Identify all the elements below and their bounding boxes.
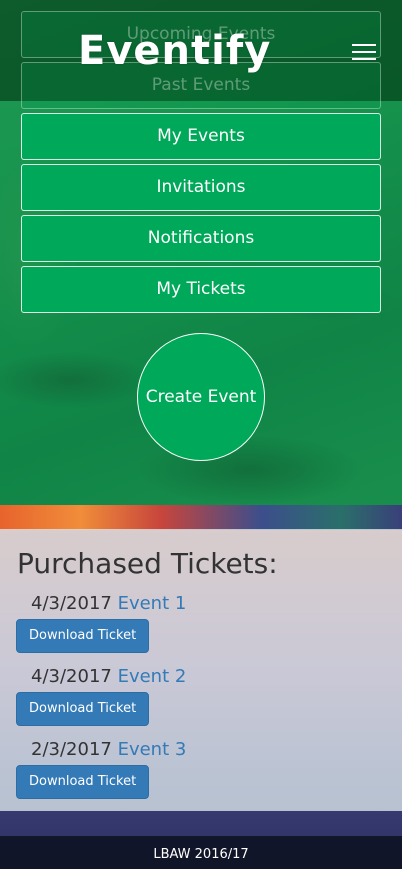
menu-item-notifications[interactable]: Notifications xyxy=(21,215,381,262)
ticket-date: 4/3/2017 xyxy=(31,593,112,614)
tickets-heading: Purchased Tickets: xyxy=(17,547,278,580)
ticket-item: 2/3/2017 Event 3 Download Ticket xyxy=(16,738,186,799)
download-ticket-button[interactable]: Download Ticket xyxy=(16,765,150,799)
menu-item-my-tickets[interactable]: My Tickets xyxy=(21,266,381,313)
download-ticket-button[interactable]: Download Ticket xyxy=(16,692,150,726)
purchased-tickets-panel: Purchased Tickets: 4/3/2017 Event 1 Down… xyxy=(0,529,402,811)
download-ticket-button[interactable]: Download Ticket xyxy=(16,619,150,653)
ticket-line: 4/3/2017 Event 1 xyxy=(31,592,186,616)
footer: LBAW 2016/17 xyxy=(0,836,402,869)
footer-text: LBAW 2016/17 xyxy=(153,847,249,862)
ticket-line: 2/3/2017 Event 3 xyxy=(31,738,186,762)
ticket-item: 4/3/2017 Event 2 Download Ticket xyxy=(16,665,186,726)
ticket-date: 2/3/2017 xyxy=(31,739,112,760)
ticket-line: 4/3/2017 Event 2 xyxy=(31,665,186,689)
ticket-date: 4/3/2017 xyxy=(31,666,112,687)
ticket-item: 4/3/2017 Event 1 Download Ticket xyxy=(16,592,186,653)
hamburger-bar xyxy=(352,44,376,46)
page: Upcoming Events Past Events My Events In… xyxy=(0,0,402,869)
ticket-event-link[interactable]: Event 1 xyxy=(118,593,187,614)
hamburger-bar xyxy=(352,51,376,53)
create-event-button[interactable]: Create Event xyxy=(137,333,265,461)
hamburger-icon[interactable] xyxy=(352,44,376,62)
hamburger-bar xyxy=(352,58,376,60)
ticket-event-link[interactable]: Event 2 xyxy=(118,666,187,687)
ticket-event-link[interactable]: Event 3 xyxy=(118,739,187,760)
brand-logo[interactable]: Eventify xyxy=(78,26,271,76)
menu-item-my-events[interactable]: My Events xyxy=(21,113,381,160)
create-event-label: Create Event xyxy=(145,387,257,407)
menu-item-invitations[interactable]: Invitations xyxy=(21,164,381,211)
